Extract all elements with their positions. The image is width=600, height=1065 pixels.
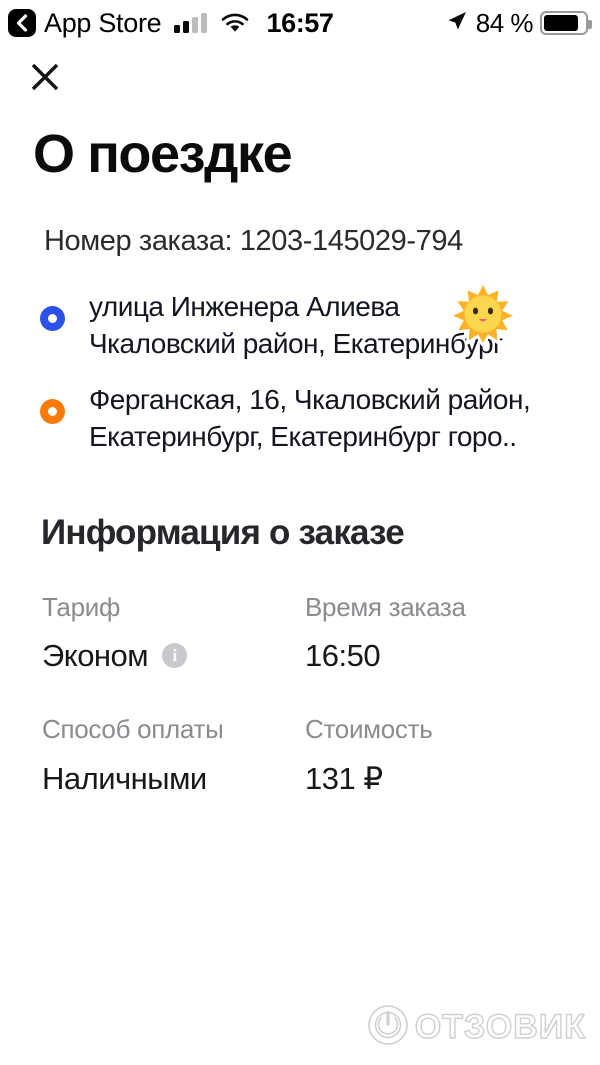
order-time-value: 16:50: [305, 638, 381, 674]
info-cell-price: Стоимость 131 ₽: [305, 714, 560, 796]
price-label: Стоимость: [305, 714, 433, 745]
close-icon: [30, 62, 60, 97]
dropoff-dot-orange-icon: [40, 399, 65, 424]
tariff-label: Тариф: [42, 592, 121, 622]
watermark-text: ОТЗОВИК: [414, 1007, 586, 1046]
payment-method-label: Способ оплаты: [42, 714, 224, 745]
pickup-address: улица Инженера Алиева Чкаловский район, …: [89, 291, 503, 360]
power-circle-logo-icon: [367, 1004, 409, 1051]
watermark: ОТЗОВИК: [367, 1004, 586, 1051]
order-info-section-title: Информация о заказе: [41, 513, 405, 552]
tariff-value: Эконом: [42, 638, 149, 674]
pickup-dot-blue-icon: [40, 306, 65, 331]
app-screen: App Store 16:57 84 % О поездке Номер зак…: [0, 0, 600, 1065]
dropoff-address: Ферганская, 16, Чкаловский район, Екатер…: [89, 384, 531, 453]
location-arrow-icon: [445, 9, 469, 38]
battery-icon: [540, 11, 592, 35]
status-bar: App Store 16:57 84 %: [0, 0, 600, 46]
info-circle-icon[interactable]: i: [162, 643, 188, 669]
battery-percent-label: 84 %: [475, 7, 534, 38]
payment-method-value: Наличными: [42, 760, 207, 796]
info-row-payment-price: Способ оплаты Наличными Стоимость 131 ₽: [0, 714, 600, 796]
route-dropoff-row[interactable]: Ферганская, 16, Чкаловский район, Екатер…: [0, 381, 600, 459]
route-section: улица Инженера Алиева Чкаловский район, …: [0, 288, 600, 459]
route-pickup-row[interactable]: улица Инженера Алиева Чкаловский район, …: [0, 288, 600, 366]
tariff-value-group: Эконом i: [42, 637, 305, 674]
info-cell-order-time: Время заказа 16:50: [305, 592, 560, 674]
page-title: О поездке: [33, 124, 293, 184]
info-cell-payment: Способ оплаты Наличными: [0, 714, 305, 796]
order-time-label: Время заказа: [305, 592, 466, 622]
status-bar-right: 84 %: [445, 0, 592, 46]
info-row-tariff-time: Тариф Эконом i Время заказа 16:50: [0, 592, 600, 674]
close-button[interactable]: [27, 61, 63, 97]
price-value: 131 ₽: [305, 760, 383, 796]
order-info-grid: Тариф Эконом i Время заказа 16:50 Способ…: [0, 592, 600, 837]
info-cell-tariff: Тариф Эконом i: [0, 592, 305, 674]
order-number-label: Номер заказа: 1203-145029-794: [44, 225, 463, 257]
